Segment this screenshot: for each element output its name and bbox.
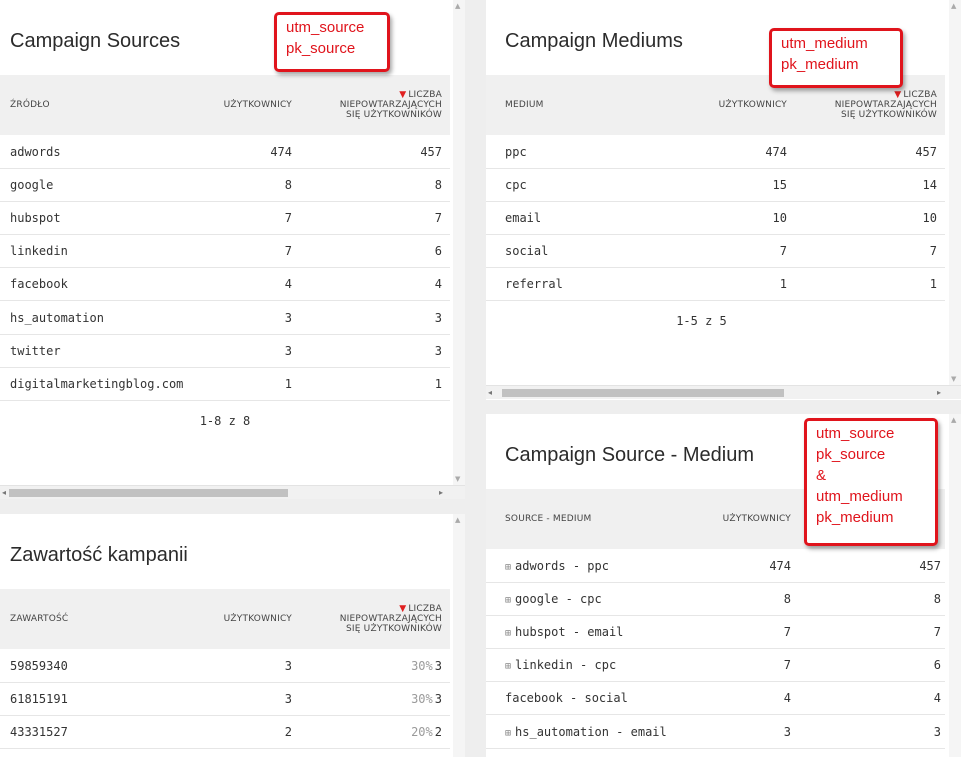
- scroll-up-icon[interactable]: ▲: [455, 2, 460, 10]
- table-row[interactable]: cpc 15 14: [486, 169, 945, 202]
- column-header-unique-users[interactable]: ▼ LICZBA NIEPOWTARZAJĄCYCH SIĘ UŻYTKOWNIK…: [340, 589, 442, 649]
- vertical-scrollbar[interactable]: ▲: [949, 414, 961, 757]
- sort-desc-icon: ▼: [399, 90, 407, 100]
- expand-icon[interactable]: ⊞: [505, 562, 511, 573]
- annotation-callout-source-medium: utm_source pk_source & utm_medium pk_med…: [804, 418, 938, 546]
- table-row[interactable]: ⊞ linkedin - cpc 7 6: [486, 649, 945, 682]
- table-row[interactable]: referral 1 1: [486, 268, 945, 301]
- table-row[interactable]: linkedin 7 6: [0, 235, 450, 268]
- table-row[interactable]: 43331527 2 20% 2: [0, 716, 450, 749]
- annotation-callout-source: utm_source pk_source: [274, 12, 390, 72]
- widget-title: Zawartość kampanii: [10, 544, 188, 566]
- expand-icon[interactable]: ⊞: [505, 628, 511, 639]
- column-header-users[interactable]: UŻYTKOWNICY: [723, 489, 791, 549]
- ratio-percentage: 20%: [411, 725, 433, 739]
- table-row[interactable]: adwords 474 457: [0, 136, 450, 169]
- annotation-callout-medium: utm_medium pk_medium: [769, 28, 903, 88]
- table-header: ZAWARTOŚĆ UŻYTKOWNICY ▼ LICZBA NIEPOWTARZ…: [0, 589, 450, 649]
- table-header: ŹRÓDŁO UŻYTKOWNICY ▼ LICZBA NIEPOWTARZAJĄ…: [0, 75, 450, 135]
- scrollbar-thumb[interactable]: [502, 389, 784, 397]
- widget-title: Campaign Mediums: [505, 30, 683, 52]
- table-row[interactable]: hs_automation 3 3: [0, 302, 450, 335]
- column-header-source-medium[interactable]: SOURCE - MEDIUM: [505, 489, 592, 549]
- campaign-content-widget: Zawartość kampanii ZAWARTOŚĆ UŻYTKOWNICY…: [0, 514, 465, 757]
- table-row[interactable]: social 7 7: [486, 235, 945, 268]
- column-header-unique-users[interactable]: ▼ LICZBA NIEPOWTARZAJĄCYCH SIĘ UŻYTKOWNIK…: [340, 75, 442, 135]
- vertical-scrollbar[interactable]: ▲ ▼: [949, 0, 961, 385]
- table-row[interactable]: 61815191 3 30% 3: [0, 683, 450, 716]
- vertical-scrollbar[interactable]: ▲: [453, 514, 465, 757]
- table-row[interactable]: digitalmarketingblog.com 1 1: [0, 368, 450, 401]
- expand-icon[interactable]: ⊞: [505, 728, 511, 739]
- sort-desc-icon: ▼: [894, 90, 902, 100]
- horizontal-scrollbar[interactable]: ◂ ▸: [486, 385, 961, 399]
- expand-icon[interactable]: ⊞: [505, 595, 511, 606]
- scroll-down-icon[interactable]: ▼: [951, 375, 956, 383]
- table-row[interactable]: facebook 4 4: [0, 268, 450, 301]
- column-header-users[interactable]: UŻYTKOWNICY: [224, 75, 292, 135]
- table-row[interactable]: google 8 8: [0, 169, 450, 202]
- pagination-info: 1-8 z 8: [199, 414, 251, 428]
- table-row[interactable]: ⊞ google - cpc 8 8: [486, 583, 945, 616]
- widget-title: Campaign Sources: [10, 30, 181, 52]
- pagination-info: 1-5 z 5: [676, 314, 727, 328]
- campaign-sources-widget: Campaign Sources ŹRÓDŁO UŻYTKOWNICY ▼ LIC…: [0, 0, 465, 499]
- scroll-right-icon[interactable]: ▸: [937, 386, 941, 400]
- expand-icon[interactable]: ⊞: [505, 661, 511, 672]
- scroll-up-icon[interactable]: ▲: [951, 416, 956, 424]
- table-row[interactable]: email 10 10: [486, 202, 945, 235]
- column-header-medium[interactable]: MEDIUM: [505, 75, 544, 135]
- ratio-percentage: 30%: [411, 692, 433, 706]
- table-row[interactable]: hubspot 7 7: [0, 202, 450, 235]
- scroll-left-icon[interactable]: ◂: [2, 486, 6, 499]
- sort-desc-icon: ▼: [399, 604, 407, 614]
- scroll-right-icon[interactable]: ▸: [439, 486, 443, 499]
- column-header-source[interactable]: ŹRÓDŁO: [10, 75, 50, 135]
- scroll-up-icon[interactable]: ▲: [951, 2, 956, 10]
- scroll-up-icon[interactable]: ▲: [455, 516, 460, 524]
- table-row[interactable]: twitter 3 3: [0, 335, 450, 368]
- table-row[interactable]: ⊞ hubspot - email 7 7: [486, 616, 945, 649]
- widget-title: Campaign Source - Medium: [505, 444, 754, 466]
- table-row[interactable]: ⊞ adwords - ppc 474 457: [486, 550, 945, 583]
- scrollbar-thumb[interactable]: [9, 489, 288, 497]
- vertical-scrollbar[interactable]: ▲ ▼: [453, 0, 465, 485]
- table-row[interactable]: ⊞ hs_automation - email 3 3: [486, 716, 945, 749]
- table-row[interactable]: 59859340 3 30% 3: [0, 650, 450, 683]
- scroll-left-icon[interactable]: ◂: [488, 386, 492, 400]
- table-row[interactable]: facebook - social 4 4: [486, 682, 945, 715]
- scroll-down-icon[interactable]: ▼: [455, 475, 460, 483]
- column-header-users[interactable]: UŻYTKOWNICY: [224, 589, 292, 649]
- horizontal-scrollbar[interactable]: ◂ ▸: [0, 485, 465, 499]
- table-row[interactable]: ppc 474 457: [486, 136, 945, 169]
- column-header-content[interactable]: ZAWARTOŚĆ: [10, 589, 68, 649]
- ratio-percentage: 30%: [411, 659, 433, 673]
